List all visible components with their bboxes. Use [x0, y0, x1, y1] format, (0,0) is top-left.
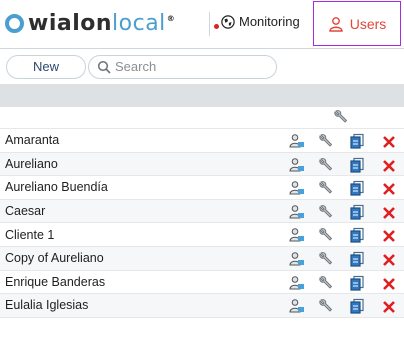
user-name[interactable]: Copy of Aureliano: [5, 251, 104, 265]
globe-icon: [221, 14, 235, 29]
table-row[interactable]: Amaranta: [0, 129, 404, 153]
user-access-icon[interactable]: [289, 275, 305, 291]
new-user-button[interactable]: New: [6, 54, 86, 79]
copy-icon[interactable]: [349, 180, 365, 196]
wrench-icon[interactable]: [318, 204, 334, 220]
nav-monitoring[interactable]: Monitoring: [214, 14, 300, 29]
wrench-icon[interactable]: [318, 298, 334, 314]
table-row[interactable]: Aureliano: [0, 152, 404, 177]
user-icon: [329, 16, 343, 32]
delete-icon[interactable]: [381, 252, 397, 268]
wialon-logo[interactable]: wialonlocal®: [5, 8, 175, 38]
user-name[interactable]: Caesar: [5, 204, 45, 218]
user-name[interactable]: Aureliano Buendía: [5, 180, 108, 194]
user-name[interactable]: Amaranta: [5, 133, 59, 147]
wrench-icon[interactable]: [333, 109, 349, 125]
user-access-icon[interactable]: [289, 180, 305, 196]
user-access-icon[interactable]: [289, 133, 305, 149]
copy-icon[interactable]: [349, 298, 365, 314]
wrench-icon[interactable]: [318, 275, 334, 291]
delete-icon[interactable]: [381, 276, 397, 292]
wrench-icon[interactable]: [318, 251, 334, 267]
delete-icon[interactable]: [381, 205, 397, 221]
user-name[interactable]: Cliente 1: [5, 228, 54, 242]
table-row[interactable]: Eulalia Iglesias: [0, 294, 404, 318]
table-header: [0, 84, 404, 107]
nav-monitoring-label: Monitoring: [239, 14, 300, 29]
notification-dot: [214, 24, 219, 29]
user-access-icon[interactable]: [289, 298, 305, 314]
user-access-icon[interactable]: [289, 227, 305, 243]
search-icon: [97, 60, 111, 74]
search-placeholder: Search: [115, 59, 157, 74]
wrench-icon[interactable]: [318, 227, 334, 243]
logo-ring-icon: [5, 13, 24, 33]
table-row[interactable]: Caesar: [0, 199, 404, 224]
user-access-icon[interactable]: [289, 157, 305, 173]
table-row[interactable]: Aureliano Buendía: [0, 176, 404, 200]
nav-users-label: Users: [349, 15, 387, 32]
top-bar: wialonlocal® Monitoring Users: [0, 0, 404, 49]
table-row[interactable]: Enrique Banderas: [0, 271, 404, 295]
logo-text: wialonlocal®: [28, 10, 176, 36]
user-access-icon[interactable]: [289, 251, 305, 267]
delete-icon[interactable]: [381, 228, 397, 244]
search-input[interactable]: Search: [88, 54, 277, 79]
user-name[interactable]: Eulalia Iglesias: [5, 298, 88, 312]
table-row[interactable]: Copy of Aureliano: [0, 246, 404, 271]
table-subheader: [0, 107, 404, 129]
copy-icon[interactable]: [349, 133, 365, 149]
wrench-icon[interactable]: [318, 157, 334, 173]
copy-icon[interactable]: [349, 251, 365, 267]
users-list: Amaranta Aureliano Aureliano Buendía Cae…: [0, 129, 404, 318]
delete-icon[interactable]: [381, 181, 397, 197]
user-name[interactable]: Aureliano: [5, 157, 58, 171]
nav-users-tab[interactable]: Users: [313, 1, 401, 46]
copy-icon[interactable]: [349, 227, 365, 243]
copy-icon[interactable]: [349, 204, 365, 220]
wrench-icon[interactable]: [318, 133, 334, 149]
nav-separator: [209, 12, 210, 36]
toolbar: New Search: [0, 49, 404, 84]
user-name[interactable]: Enrique Banderas: [5, 275, 105, 289]
delete-icon[interactable]: [381, 299, 397, 315]
wrench-icon[interactable]: [318, 180, 334, 196]
delete-icon[interactable]: [381, 158, 397, 174]
copy-icon[interactable]: [349, 157, 365, 173]
delete-icon[interactable]: [381, 134, 397, 150]
copy-icon[interactable]: [349, 275, 365, 291]
user-access-icon[interactable]: [289, 204, 305, 220]
table-row[interactable]: Cliente 1: [0, 223, 404, 247]
